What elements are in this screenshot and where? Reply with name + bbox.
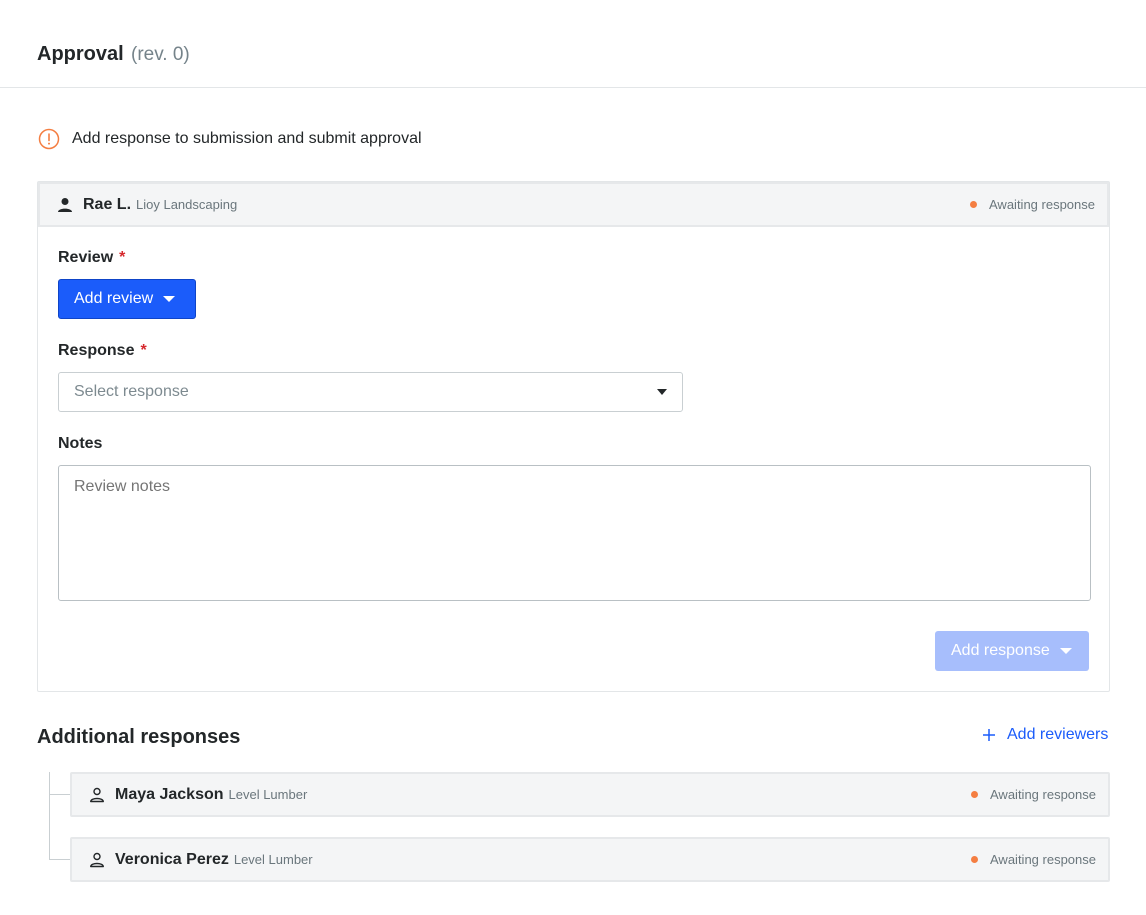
notes-textarea[interactable] [58,465,1091,601]
status-dot-icon [971,856,978,863]
revision-label: (rev. 0) [131,44,190,65]
tree-connector [49,772,50,860]
add-review-button-label: Add review [74,290,154,307]
review-label-text: Review [58,249,114,266]
response-label-text: Response [58,342,135,359]
caret-down-icon [657,389,667,395]
page-title: Approval [37,43,124,65]
response-label: Response * [58,342,147,360]
caret-down-icon [1059,648,1072,654]
status-text: Awaiting response [990,787,1096,802]
response-select-placeholder: Select response [74,383,189,400]
add-reviewers-link[interactable]: Add reviewers [981,724,1108,746]
required-marker: * [140,342,147,359]
status-badge: Awaiting response [971,852,1096,867]
reviewer-name: Maya Jackson [115,785,224,803]
reviewer-name: Veronica Perez [115,850,229,868]
status-text: Awaiting response [989,197,1095,212]
required-marker: * [119,249,126,266]
page-header: Approval (rev. 0) [0,0,1146,88]
status-dot-icon [970,201,977,208]
status-dot-icon [971,791,978,798]
add-response-button[interactable]: Add response [935,631,1089,671]
response-select[interactable]: Select response [58,372,683,412]
additional-reviewer-row[interactable]: Veronica Perez Level Lumber Awaiting res… [70,837,1110,882]
add-reviewers-label: Add reviewers [1007,726,1109,743]
notes-label: Notes [58,435,103,452]
review-label: Review * [58,249,125,267]
tree-connector [49,859,70,860]
additional-responses-title: Additional responses [37,726,241,748]
person-outline-icon [90,787,104,802]
tree-connector [49,794,70,795]
reviewer-company: Level Lumber [233,852,313,867]
add-review-button[interactable]: Add review [58,279,196,319]
person-outline-icon [90,852,104,867]
status-badge: Awaiting response [970,197,1095,212]
person-filled-icon [58,197,72,212]
status-text: Awaiting response [990,852,1096,867]
reviewer-company: Lioy Landscaping [136,197,238,212]
add-response-button-label: Add response [951,642,1050,659]
alert-text: Add response to submission and submit ap… [72,130,422,147]
status-badge: Awaiting response [971,787,1096,802]
reviewer-card-header: Rae L. Lioy Landscaping Awaiting respons… [38,182,1109,227]
reviewer-card: Rae L. Lioy Landscaping Awaiting respons… [37,181,1110,692]
reviewer-company: Level Lumber [228,787,308,802]
alert-banner: Add response to submission and submit ap… [37,127,422,151]
additional-reviewer-row[interactable]: Maya Jackson Level Lumber Awaiting respo… [70,772,1110,817]
caret-down-icon [163,296,176,302]
exclamation-circle-icon [38,128,60,150]
plus-icon [983,729,995,741]
reviewer-name: Rae L. [83,195,132,213]
